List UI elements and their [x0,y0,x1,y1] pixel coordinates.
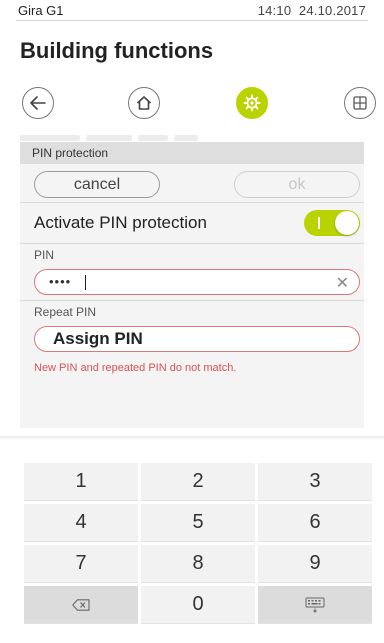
device-name: Gira G1 [18,3,64,18]
settings-gear-icon [243,94,261,112]
key-4[interactable]: 4 [24,504,138,542]
key-0[interactable]: 0 [141,586,255,624]
status-time: 14:10 [257,3,292,18]
key-2[interactable]: 2 [141,463,255,501]
back-button[interactable] [22,87,54,119]
toggle-knob [335,211,359,235]
pin-protection-dialog: PIN protection cancel ok Activate PIN pr… [20,142,364,428]
back-arrow-icon [30,96,46,110]
key-3[interactable]: 3 [258,463,372,501]
grid-view-button[interactable] [344,87,376,119]
repeat-pin-input[interactable]: Assign PIN [34,326,360,352]
repeat-pin-field-wrap: Assign PIN [20,323,364,357]
pin-protection-toggle[interactable] [304,210,360,236]
numeric-keypad: 1 2 3 4 5 6 7 8 9 0 [24,463,372,627]
repeat-pin-placeholder: Assign PIN [53,329,143,348]
keypad-row: 7 8 9 [24,545,372,583]
text-caret [85,275,86,290]
home-button[interactable] [128,87,160,119]
dialog-title: PIN protection [20,142,364,164]
cancel-button[interactable]: cancel [34,171,160,198]
clear-icon[interactable]: ✕ [336,273,349,293]
repeat-pin-label: Repeat PIN [34,305,97,319]
nav-bar [0,82,384,124]
key-6[interactable]: 6 [258,504,372,542]
status-date: 24.10.2017 [298,3,366,18]
key-8[interactable]: 8 [141,545,255,583]
obscured-content [20,128,230,141]
key-9[interactable]: 9 [258,545,372,583]
keyboard-separator [0,436,384,440]
pin-toggle-row: Activate PIN protection [20,203,364,243]
grid-view-icon [353,96,367,110]
key-1[interactable]: 1 [24,463,138,501]
keypad-row: 4 5 6 [24,504,372,542]
pin-input[interactable]: •••• ✕ [34,269,360,295]
pin-label: PIN [34,248,55,262]
backspace-key[interactable] [24,586,138,624]
pin-field-wrap: •••• ✕ [20,266,364,300]
keypad-row: 0 [24,586,372,624]
settings-button[interactable] [236,87,268,119]
hide-keyboard-key[interactable] [258,586,372,624]
backspace-icon [72,598,90,611]
page-title: Building functions [20,38,214,63]
ok-button[interactable]: ok [234,171,360,198]
pin-masked-value: •••• [49,274,72,289]
key-7[interactable]: 7 [24,545,138,583]
status-divider [16,20,368,21]
status-bar: Gira G1 14:10 24.10.2017 [0,0,384,22]
keypad-row: 1 2 3 [24,463,372,501]
toggle-on-mark [318,217,320,229]
hide-keyboard-icon [305,597,325,613]
pin-mismatch-error: New PIN and repeated PIN do not match. [34,362,237,374]
dialog-button-row: cancel ok [20,164,364,202]
key-5[interactable]: 5 [141,504,255,542]
status-clock: 14:10 24.10.2017 [258,3,366,18]
home-icon [136,96,152,110]
pin-toggle-label: Activate PIN protection [34,213,207,232]
